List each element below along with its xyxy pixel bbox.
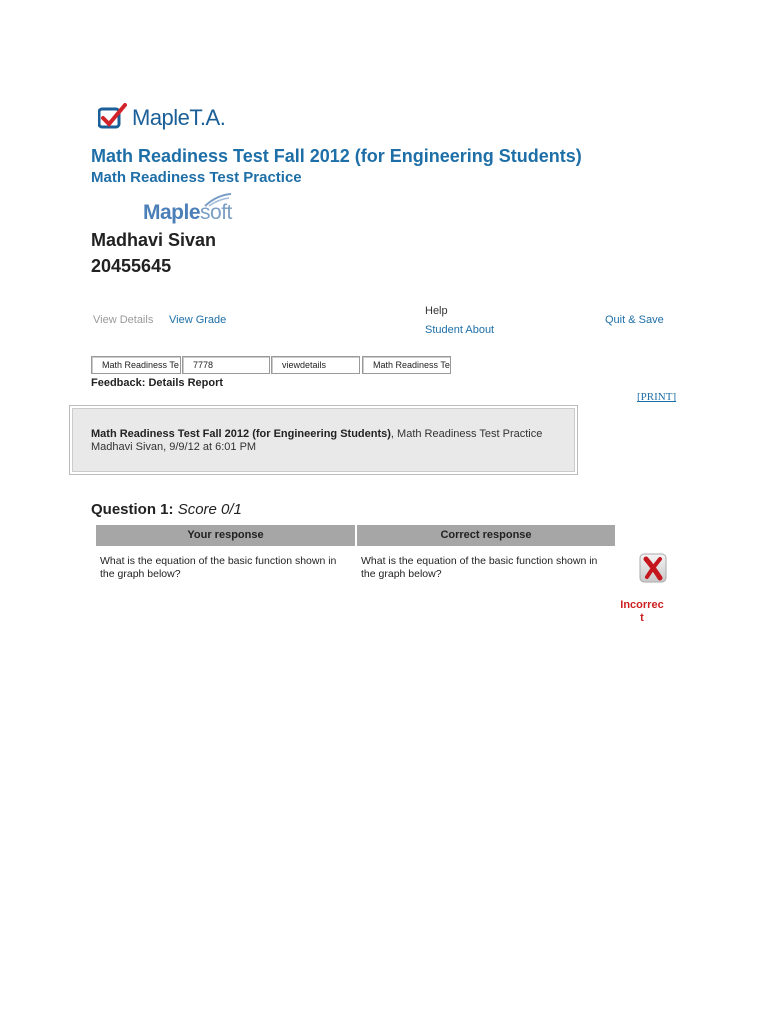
feedback-title: Feedback: Details Report [91,377,224,389]
student-name: Madhavi Sivan [91,230,217,250]
id-field[interactable]: 7778 [182,356,270,374]
student-about-link[interactable]: Student About [425,324,494,336]
incorrect-status: Incorrect [620,599,664,624]
question-score: Score 0/1 [177,501,242,518]
report-info-box: Math Readiness Test Fall 2012 (for Engin… [69,405,578,475]
action-field[interactable]: viewdetails [271,356,360,374]
assignment-name-field[interactable]: Math Readiness Te [362,356,451,374]
column-header-your-response: Your response [96,525,355,546]
view-grade-link[interactable]: View Grade [169,314,226,326]
test-title: Math Readiness Test Fall 2012 (for Engin… [91,146,582,166]
report-info-line: Math Readiness Test Fall 2012 (for Engin… [91,428,543,440]
question-heading: Question 1: Score 0/1 [91,501,242,518]
column-header-correct-response: Correct response [357,525,615,546]
maplesoft-wordmark: Maplesoft [143,201,232,224]
x-mark-icon [639,553,667,583]
test-name-field[interactable]: Math Readiness Te [91,356,181,374]
logo-text: MapleT.A. [132,105,226,130]
view-details-link[interactable]: View Details [93,314,153,326]
correct-response-cell: What is the equation of the basic functi… [361,555,598,580]
student-id: 20455645 [91,256,172,276]
checkmark-logo-icon [98,103,127,129]
report-student-date: Madhavi Sivan, 9/9/12 at 6:01 PM [91,441,257,453]
quit-save-link[interactable]: Quit & Save [605,314,664,326]
test-subtitle: Math Readiness Test Practice [91,169,302,186]
help-label[interactable]: Help [425,305,448,317]
maple-ta-logo: MapleT.A. [98,101,298,135]
maplesoft-logo: Maplesoft [143,193,253,227]
your-response-cell: What is the equation of the basic functi… [100,555,337,580]
print-link[interactable]: [PRINT] [637,391,676,403]
